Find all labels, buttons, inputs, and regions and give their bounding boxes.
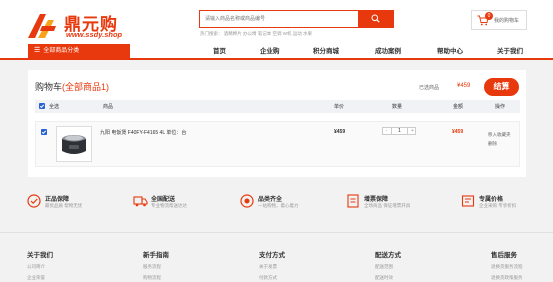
logo-url: www.ssdy.shop xyxy=(66,30,123,39)
footer-link[interactable]: 公司简介 xyxy=(27,264,53,270)
selected-items-label: 已选商品 xyxy=(419,85,440,91)
rice-cooker-image xyxy=(62,135,86,154)
footer-title: 售后服务 xyxy=(491,252,517,259)
footer-title: 关于我们 xyxy=(27,252,53,259)
footer-link[interactable]: 付款方式 xyxy=(259,275,285,281)
logo-mark-icon xyxy=(28,14,56,38)
move-to-favorites-link[interactable]: 移入收藏夹 xyxy=(488,130,511,139)
nav-item-enterprise[interactable]: 企业购 xyxy=(260,45,280,55)
row-actions: 移入收藏夹 删除 xyxy=(488,130,511,148)
checkout-button[interactable]: 结算 xyxy=(484,78,519,96)
menu-icon: ☰ xyxy=(34,47,41,54)
nav-item-about[interactable]: 关于我们 xyxy=(497,45,523,55)
col-unit-price: 单价 xyxy=(334,104,345,110)
nav-item-home[interactable]: 首页 xyxy=(213,45,226,55)
footer-link[interactable]: 关于发票 xyxy=(259,264,285,270)
search-box xyxy=(199,10,394,28)
cart-count-badge: 0 xyxy=(485,12,493,20)
cart-panel: 购物车(全部商品1) 已选商品 ¥459 结算 全选 商品 单价 数量 金额 操… xyxy=(28,70,526,177)
footer-link[interactable]: 退换货政策服务 xyxy=(491,275,523,281)
nav-item-help[interactable]: 帮助中心 xyxy=(437,45,463,55)
all-categories-button[interactable]: ☰ 全部商品分类 xyxy=(28,44,130,58)
product-thumbnail[interactable] xyxy=(56,126,92,162)
main-nav: ☰ 全部商品分类 首页 企业购 积分商城 成功案例 帮助中心 关于我们 xyxy=(0,43,553,58)
cart-title: 购物车(全部商品1) xyxy=(35,80,109,93)
hot-search-words[interactable]: 热门搜索： 酒精棉片 办公椅 笔记本 空调 W机 运动 水果 xyxy=(200,31,312,37)
col-actions: 操作 xyxy=(495,104,506,110)
service-features: 正品保障 最优品质 帮物无忧 全国配送 专业物流帮送达达 品类齐全 一站购物，着… xyxy=(0,192,553,222)
feature-title: 全国配送 xyxy=(151,197,176,203)
footer-link[interactable]: 配送范围 xyxy=(375,264,401,270)
footer-link[interactable]: 配送时效 xyxy=(375,275,401,281)
feature-title: 品类齐全 xyxy=(258,197,283,203)
quantity-input[interactable]: 1 xyxy=(391,128,408,134)
col-quantity: 数量 xyxy=(392,104,403,110)
footer-title: 配送方式 xyxy=(375,252,401,259)
select-all-checkbox[interactable] xyxy=(39,103,45,109)
all-categories-label: 全部商品分类 xyxy=(43,48,80,54)
footer-link[interactable]: 购物流程 xyxy=(143,275,169,281)
selected-total-price: ¥459 xyxy=(457,83,471,89)
footer-divider xyxy=(0,232,553,233)
decrease-quantity-button[interactable]: - xyxy=(383,128,390,134)
nav-item-points-mall[interactable]: 积分商城 xyxy=(313,45,339,55)
search-input[interactable] xyxy=(200,11,360,27)
feature-subtitle: 一站购物，着心着力 xyxy=(258,203,299,208)
feature-subtitle: 全场商品 保证增票开具 xyxy=(364,203,411,208)
cart-label: 我的购物车 xyxy=(494,18,520,24)
footer-col-payment: 支付方式 关于发票 付款方式 xyxy=(259,249,285,281)
nav-underline xyxy=(0,58,553,60)
col-amount: 金额 xyxy=(453,104,464,110)
nav-item-cases[interactable]: 成功案例 xyxy=(375,45,401,55)
site-header: 鼎元购 www.ssdy.shop 热门搜索： 酒精棉片 办公椅 笔记本 空调 … xyxy=(0,0,553,58)
col-select-all: 全选 xyxy=(49,104,60,110)
site-logo[interactable]: 鼎元购 www.ssdy.shop xyxy=(26,10,126,42)
footer-col-aftersales: 售后服务 退换货服务流程 退换货政策服务 xyxy=(491,249,523,281)
footer-title: 新手指南 xyxy=(143,252,169,259)
unit-price: ¥459 xyxy=(334,129,346,135)
increase-quantity-button[interactable]: + xyxy=(409,128,416,134)
footer-link[interactable]: 服务流程 xyxy=(143,264,169,270)
cart-title-text: 购物车 xyxy=(35,82,63,92)
search-icon xyxy=(371,14,380,23)
cart-table-header: 全选 商品 单价 数量 金额 操作 xyxy=(35,100,520,113)
delete-link[interactable]: 删除 xyxy=(488,139,511,148)
feature-subtitle: 企业采购 专享折扣 xyxy=(479,203,517,208)
footer-col-guide: 新手指南 服务流程 购物流程 xyxy=(143,249,169,281)
feature-title: 增票保障 xyxy=(364,197,389,203)
truck-icon xyxy=(133,196,148,207)
search-button[interactable] xyxy=(358,10,393,28)
cart-item-row: 九阳 电饭煲 F40FY-F4165 4L 单位：台 ¥459 - 1 + ¥4… xyxy=(35,121,520,167)
feature-title: 专属价格 xyxy=(479,197,504,203)
cart-item-count: (全部商品1) xyxy=(62,82,110,92)
line-total: ¥459 xyxy=(452,129,464,135)
item-checkbox[interactable] xyxy=(41,129,47,135)
footer-title: 支付方式 xyxy=(259,252,285,259)
price-tag-icon xyxy=(461,195,475,207)
footer-col-delivery: 配送方式 配送范围 配送时效 xyxy=(375,249,401,281)
feature-subtitle: 专业物流帮送达达 xyxy=(151,203,187,208)
footer-col-about: 关于我们 公司简介 企业荣誉 xyxy=(27,249,53,281)
feature-subtitle: 最优品质 帮物无忧 xyxy=(45,203,83,208)
invoice-icon xyxy=(347,194,359,208)
col-product: 商品 xyxy=(103,104,114,110)
mini-cart-button[interactable]: 0 我的购物车 xyxy=(471,10,527,30)
feature-title: 正品保障 xyxy=(45,197,70,203)
footer-link[interactable]: 退换货服务流程 xyxy=(491,264,523,270)
brand-circle-icon xyxy=(240,194,254,208)
checkmark-circle-icon xyxy=(27,194,41,208)
footer-link[interactable]: 企业荣誉 xyxy=(27,275,53,281)
quantity-stepper: - 1 + xyxy=(382,127,416,135)
product-name[interactable]: 九阳 电饭煲 F40FY-F4165 4L 单位：台 xyxy=(100,129,186,136)
